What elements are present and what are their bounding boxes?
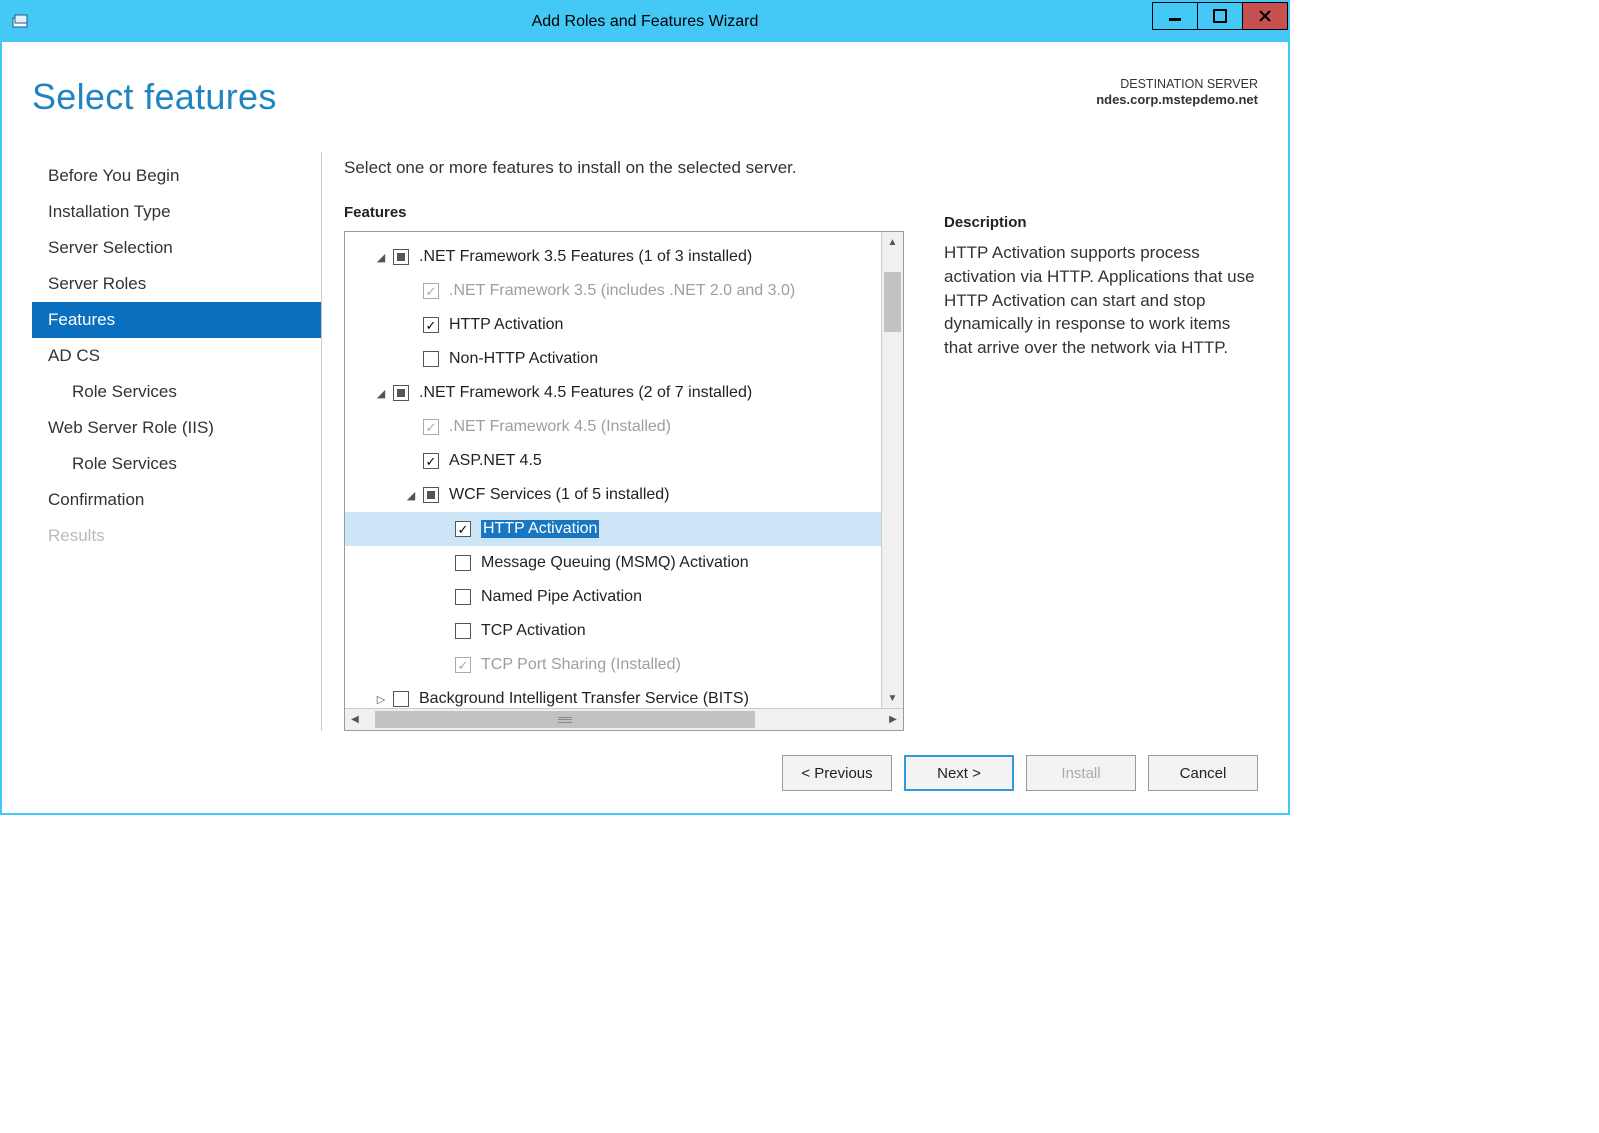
window-buttons (1153, 2, 1288, 30)
wizard-window: Add Roles and Features Wizard Select fea… (0, 0, 1290, 815)
vertical-scrollbar[interactable]: ▲ ▼ (881, 232, 903, 708)
horizontal-scrollbar[interactable]: ◀ ▶ (345, 708, 903, 730)
sidebar-item[interactable]: Role Services (32, 446, 321, 482)
tree-item-label: TCP Port Sharing (Installed) (481, 656, 681, 674)
chevron-down-icon[interactable]: ◢ (403, 487, 419, 503)
destination-server-name: ndes.corp.mstepdemo.net (1096, 92, 1258, 109)
checkbox[interactable] (423, 487, 439, 503)
sidebar-item[interactable]: Role Services (32, 374, 321, 410)
tree-row[interactable]: HTTP Activation (345, 308, 903, 342)
tree-item-label: Non-HTTP Activation (449, 350, 598, 368)
tree-row[interactable]: Non-HTTP Activation (345, 342, 903, 376)
tree-item-label: .NET Framework 4.5 (Installed) (449, 418, 671, 436)
close-button[interactable] (1242, 2, 1288, 30)
tree-row[interactable]: TCP Port Sharing (Installed) (345, 648, 903, 682)
tree-row[interactable]: ASP.NET 4.5 (345, 444, 903, 478)
tree-row[interactable]: Named Pipe Activation (345, 580, 903, 614)
checkbox[interactable] (393, 385, 409, 401)
scroll-down-icon[interactable]: ▼ (882, 688, 903, 708)
sidebar-item: Results (32, 518, 321, 554)
tree-row[interactable]: TCP Activation (345, 614, 903, 648)
sidebar-item[interactable]: Before You Begin (32, 158, 321, 194)
install-button: Install (1026, 755, 1136, 791)
vertical-scroll-thumb[interactable] (884, 272, 901, 332)
checkbox[interactable] (455, 521, 471, 537)
expander-placeholder (403, 317, 419, 333)
expander-placeholder (435, 589, 451, 605)
checkbox[interactable] (423, 351, 439, 367)
tree-item-label: Named Pipe Activation (481, 588, 642, 606)
titlebar[interactable]: Add Roles and Features Wizard (2, 2, 1288, 42)
destination-server-label: DESTINATION SERVER (1096, 76, 1258, 92)
checkbox[interactable] (393, 691, 409, 707)
checkbox[interactable] (455, 589, 471, 605)
tree-row[interactable]: ▷ Background Intelligent Transfer Service… (345, 682, 903, 708)
tree-row[interactable]: HTTP Activation (345, 512, 903, 546)
sidebar-item[interactable]: Server Roles (32, 266, 321, 302)
expander-placeholder (403, 351, 419, 367)
expander-placeholder (435, 657, 451, 673)
tree-row[interactable]: .NET Framework 4.5 (Installed) (345, 410, 903, 444)
minimize-button[interactable] (1152, 2, 1198, 30)
sidebar-item[interactable]: Features (32, 302, 321, 338)
description-heading: Description (944, 214, 1258, 231)
tree-item-label: HTTP Activation (449, 316, 563, 334)
destination-server-block: DESTINATION SERVER ndes.corp.mstepdemo.n… (1096, 76, 1258, 118)
features-heading: Features (344, 204, 904, 221)
description-text: HTTP Activation supports process activat… (944, 241, 1258, 360)
chevron-down-icon[interactable]: ◢ (373, 385, 389, 401)
expander-placeholder (435, 521, 451, 537)
tree-row[interactable]: ◢ WCF Services (1 of 5 installed) (345, 478, 903, 512)
cancel-button[interactable]: Cancel (1148, 755, 1258, 791)
previous-button[interactable]: < Previous (782, 755, 892, 791)
tree-row[interactable]: ◢ .NET Framework 3.5 Features (1 of 3 ins… (345, 240, 903, 274)
window-title: Add Roles and Features Wizard (2, 13, 1288, 31)
checkbox[interactable] (455, 555, 471, 571)
checkbox[interactable] (423, 317, 439, 333)
expander-placeholder (435, 623, 451, 639)
tree-item-label: ASP.NET 4.5 (449, 452, 542, 470)
expander-placeholder (403, 283, 419, 299)
scroll-left-icon[interactable]: ◀ (345, 709, 365, 730)
sidebar-item[interactable]: AD CS (32, 338, 321, 374)
tree-item-label: .NET Framework 3.5 (includes .NET 2.0 an… (449, 282, 795, 300)
next-button[interactable]: Next > (904, 755, 1014, 791)
checkbox[interactable] (455, 623, 471, 639)
sidebar-item[interactable]: Web Server Role (IIS) (32, 410, 321, 446)
scroll-up-icon[interactable]: ▲ (882, 232, 903, 252)
checkbox[interactable] (423, 453, 439, 469)
chevron-down-icon[interactable]: ◢ (373, 249, 389, 265)
page-title: Select features (32, 76, 277, 118)
server-manager-icon (12, 14, 30, 30)
tree-item-label: .NET Framework 3.5 Features (1 of 3 inst… (419, 248, 752, 266)
checkbox (455, 657, 471, 673)
tree-row[interactable]: ◢ .NET Framework 4.5 Features (2 of 7 ins… (345, 376, 903, 410)
scroll-right-icon[interactable]: ▶ (883, 709, 903, 730)
checkbox (423, 419, 439, 435)
chevron-right-icon[interactable]: ▷ (373, 691, 389, 707)
maximize-button[interactable] (1197, 2, 1243, 30)
checkbox[interactable] (393, 249, 409, 265)
expander-placeholder (435, 555, 451, 571)
tree-row[interactable]: .NET Framework 3.5 (includes .NET 2.0 an… (345, 274, 903, 308)
tree-item-label: Background Intelligent Transfer Service … (419, 690, 749, 708)
tree-item-label: WCF Services (1 of 5 installed) (449, 486, 670, 504)
horizontal-scroll-thumb[interactable] (375, 711, 755, 728)
wizard-steps-sidebar: Before You BeginInstallation TypeServer … (32, 152, 322, 731)
sidebar-item[interactable]: Server Selection (32, 230, 321, 266)
checkbox (423, 283, 439, 299)
sidebar-item[interactable]: Installation Type (32, 194, 321, 230)
tree-item-label: Message Queuing (MSMQ) Activation (481, 554, 749, 572)
sidebar-item[interactable]: Confirmation (32, 482, 321, 518)
tree-item-label: .NET Framework 4.5 Features (2 of 7 inst… (419, 384, 752, 402)
features-tree: ◢ .NET Framework 3.5 Features (1 of 3 ins… (344, 231, 904, 731)
tree-item-label: HTTP Activation (481, 520, 599, 538)
tree-item-label: TCP Activation (481, 622, 586, 640)
expander-placeholder (403, 419, 419, 435)
expander-placeholder (403, 453, 419, 469)
wizard-button-row: < Previous Next > Install Cancel (2, 731, 1288, 813)
features-tree-body[interactable]: ◢ .NET Framework 3.5 Features (1 of 3 ins… (345, 232, 903, 708)
tree-row[interactable]: Message Queuing (MSMQ) Activation (345, 546, 903, 580)
intro-text: Select one or more features to install o… (344, 152, 904, 178)
